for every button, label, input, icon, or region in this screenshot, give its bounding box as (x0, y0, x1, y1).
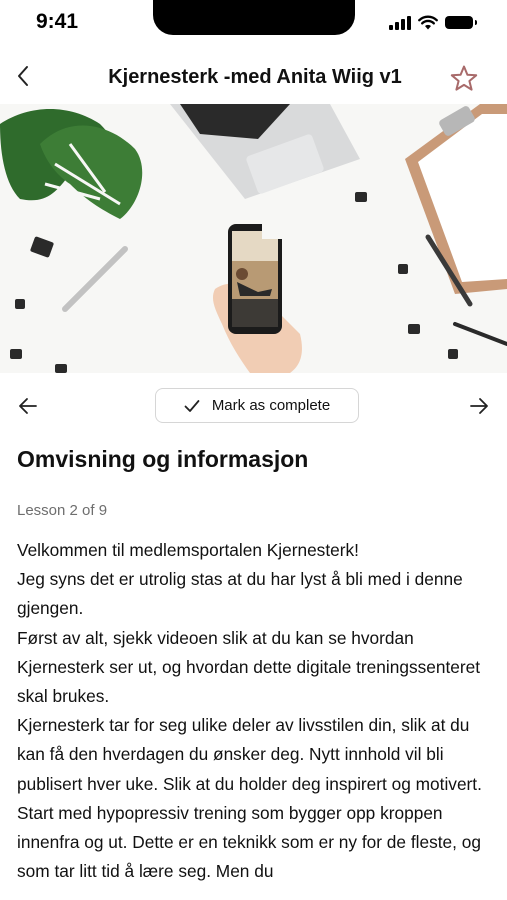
status-icons (389, 14, 477, 30)
checkmark-icon (184, 399, 200, 412)
lesson-body-text: Velkommen til medlemsportalen Kjernester… (17, 536, 492, 886)
status-bar: 9:41 (0, 0, 507, 46)
chevron-left-icon[interactable] (12, 62, 40, 90)
cellular-signal-icon (389, 14, 411, 30)
arrow-right-icon[interactable] (467, 394, 491, 418)
lesson-progress-label: Lesson 2 of 9 (17, 502, 108, 519)
battery-icon (445, 15, 477, 29)
top-bar: Kjernesterk -med Anita Wiig v1 (0, 54, 507, 104)
wifi-icon (418, 15, 438, 29)
mark-complete-label: Mark as complete (211, 397, 331, 414)
paragraph: Velkommen til medlemsportalen Kjernester… (17, 540, 359, 560)
paragraph: Først av alt, sjekk videoen slik at du k… (17, 627, 481, 707)
paragraph: Kjernesterk tar for seg ulike deler av l… (17, 715, 482, 794)
device-notch (153, 0, 355, 35)
workspace-image (0, 104, 507, 373)
paragraph: Start med hypopressiv trening som bygger… (17, 802, 481, 882)
mark-complete-button[interactable]: Mark as complete (155, 388, 359, 423)
lesson-video-thumbnail[interactable] (0, 104, 507, 373)
page-title: Kjernesterk -med Anita Wiig v1 (108, 66, 402, 88)
paragraph: Jeg syns det er utrolig stas at du har l… (17, 569, 463, 619)
star-outline-icon[interactable] (449, 64, 479, 94)
lesson-heading: Omvisning og informasjon (17, 446, 309, 472)
status-time: 9:41 (36, 10, 79, 33)
arrow-left-icon[interactable] (16, 394, 40, 418)
lesson-navigation: Mark as complete (0, 388, 507, 424)
